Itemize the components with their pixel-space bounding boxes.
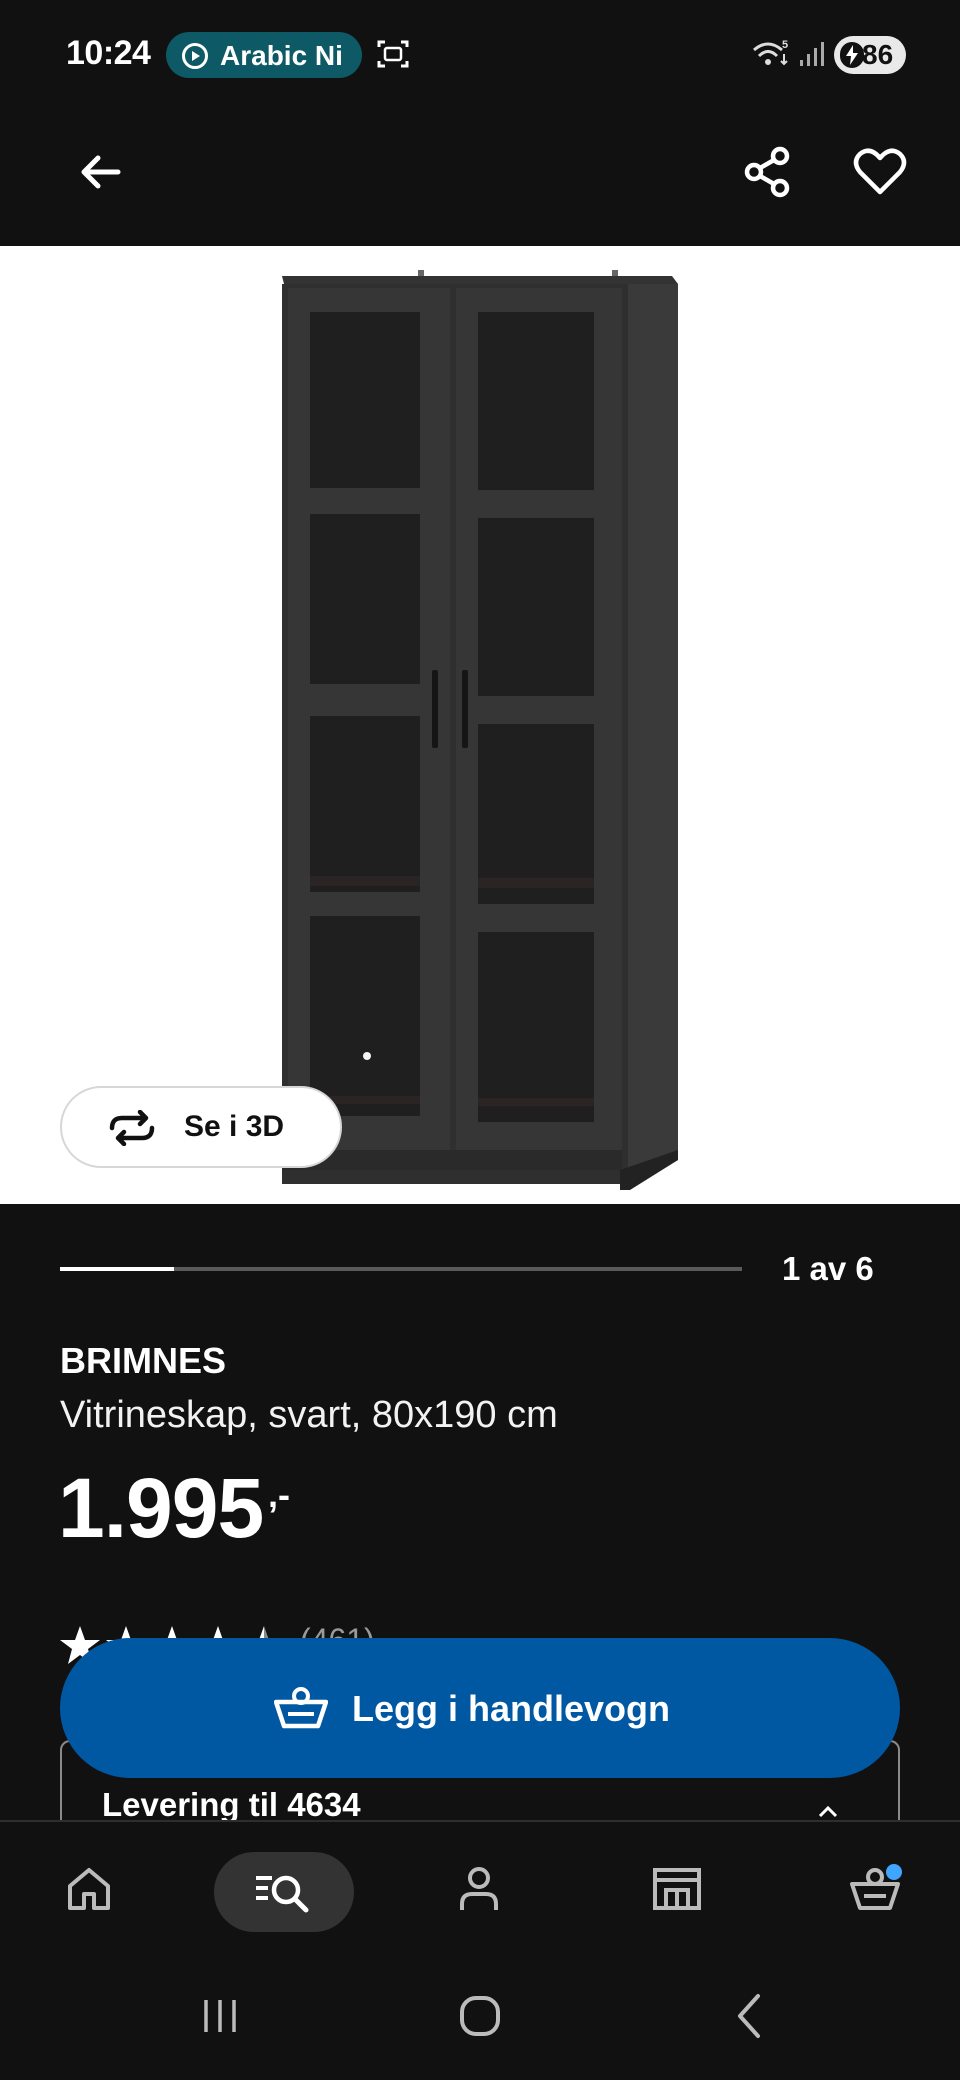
product-description: Vitrineskap, svart, 80x190 cm: [60, 1394, 558, 1436]
home-circle-icon[interactable]: [450, 1986, 510, 2046]
product-image[interactable]: Se i 3D: [0, 246, 960, 1204]
nav-search[interactable]: [214, 1852, 354, 1932]
product-price: 1.995: [58, 1461, 264, 1555]
bottom-navigation: [0, 1820, 960, 1950]
basket-icon: [274, 1687, 328, 1729]
battery-level: 86: [862, 39, 894, 70]
add-to-cart-button[interactable]: Legg i handlevogn: [60, 1638, 900, 1778]
gallery-progress-bar: [60, 1267, 742, 1271]
recents-icon[interactable]: [190, 1986, 250, 2046]
cart-badge: [886, 1864, 902, 1880]
delivery-label: Levering til 4634: [102, 1786, 361, 1823]
signal-badge: 5: [782, 39, 788, 51]
nav-store[interactable]: [624, 1850, 724, 1924]
product-brand: BRIMNES: [60, 1340, 227, 1381]
play-icon: [182, 43, 208, 69]
rotate-3d-icon: [109, 1110, 155, 1146]
system-navigation: [0, 1950, 960, 2080]
status-time: 10:24: [66, 34, 151, 72]
screenshot-icon: [377, 40, 409, 68]
charging-icon: [840, 42, 864, 68]
product-photo: [282, 270, 678, 1190]
share-icon[interactable]: [736, 140, 800, 204]
search-icon: [256, 1875, 309, 1913]
add-to-cart-label: Legg i handlevogn: [352, 1688, 671, 1729]
nav-profile[interactable]: [428, 1850, 528, 1924]
store-icon: [653, 1868, 701, 1910]
price-suffix: ,-: [268, 1474, 290, 1515]
media-label: Arabic Ni: [220, 40, 343, 71]
heart-icon[interactable]: [848, 140, 912, 204]
cell-signal-icon: [800, 42, 824, 66]
wifi-icon: 5: [753, 39, 788, 66]
home-icon: [68, 1868, 110, 1910]
view-3d-label: Se i 3D: [184, 1110, 285, 1143]
view-3d-button[interactable]: Se i 3D: [60, 1086, 342, 1168]
gallery-page-indicator: 1 av 6: [782, 1250, 874, 1287]
chevron-up-icon: [818, 1805, 838, 1818]
status-bar: 10:24 Arabic Ni 5 86: [0, 0, 960, 110]
back-chevron-icon[interactable]: [720, 1986, 780, 2046]
nav-home[interactable]: [38, 1850, 138, 1924]
media-notification-pill[interactable]: Arabic Ni: [166, 32, 362, 78]
arrow-left-icon[interactable]: [68, 140, 132, 204]
top-app-bar: [0, 110, 960, 246]
nav-cart[interactable]: [822, 1850, 922, 1924]
battery-indicator: 86: [834, 36, 906, 74]
person-icon: [460, 1867, 498, 1910]
gallery-progress-fill: [60, 1267, 174, 1271]
